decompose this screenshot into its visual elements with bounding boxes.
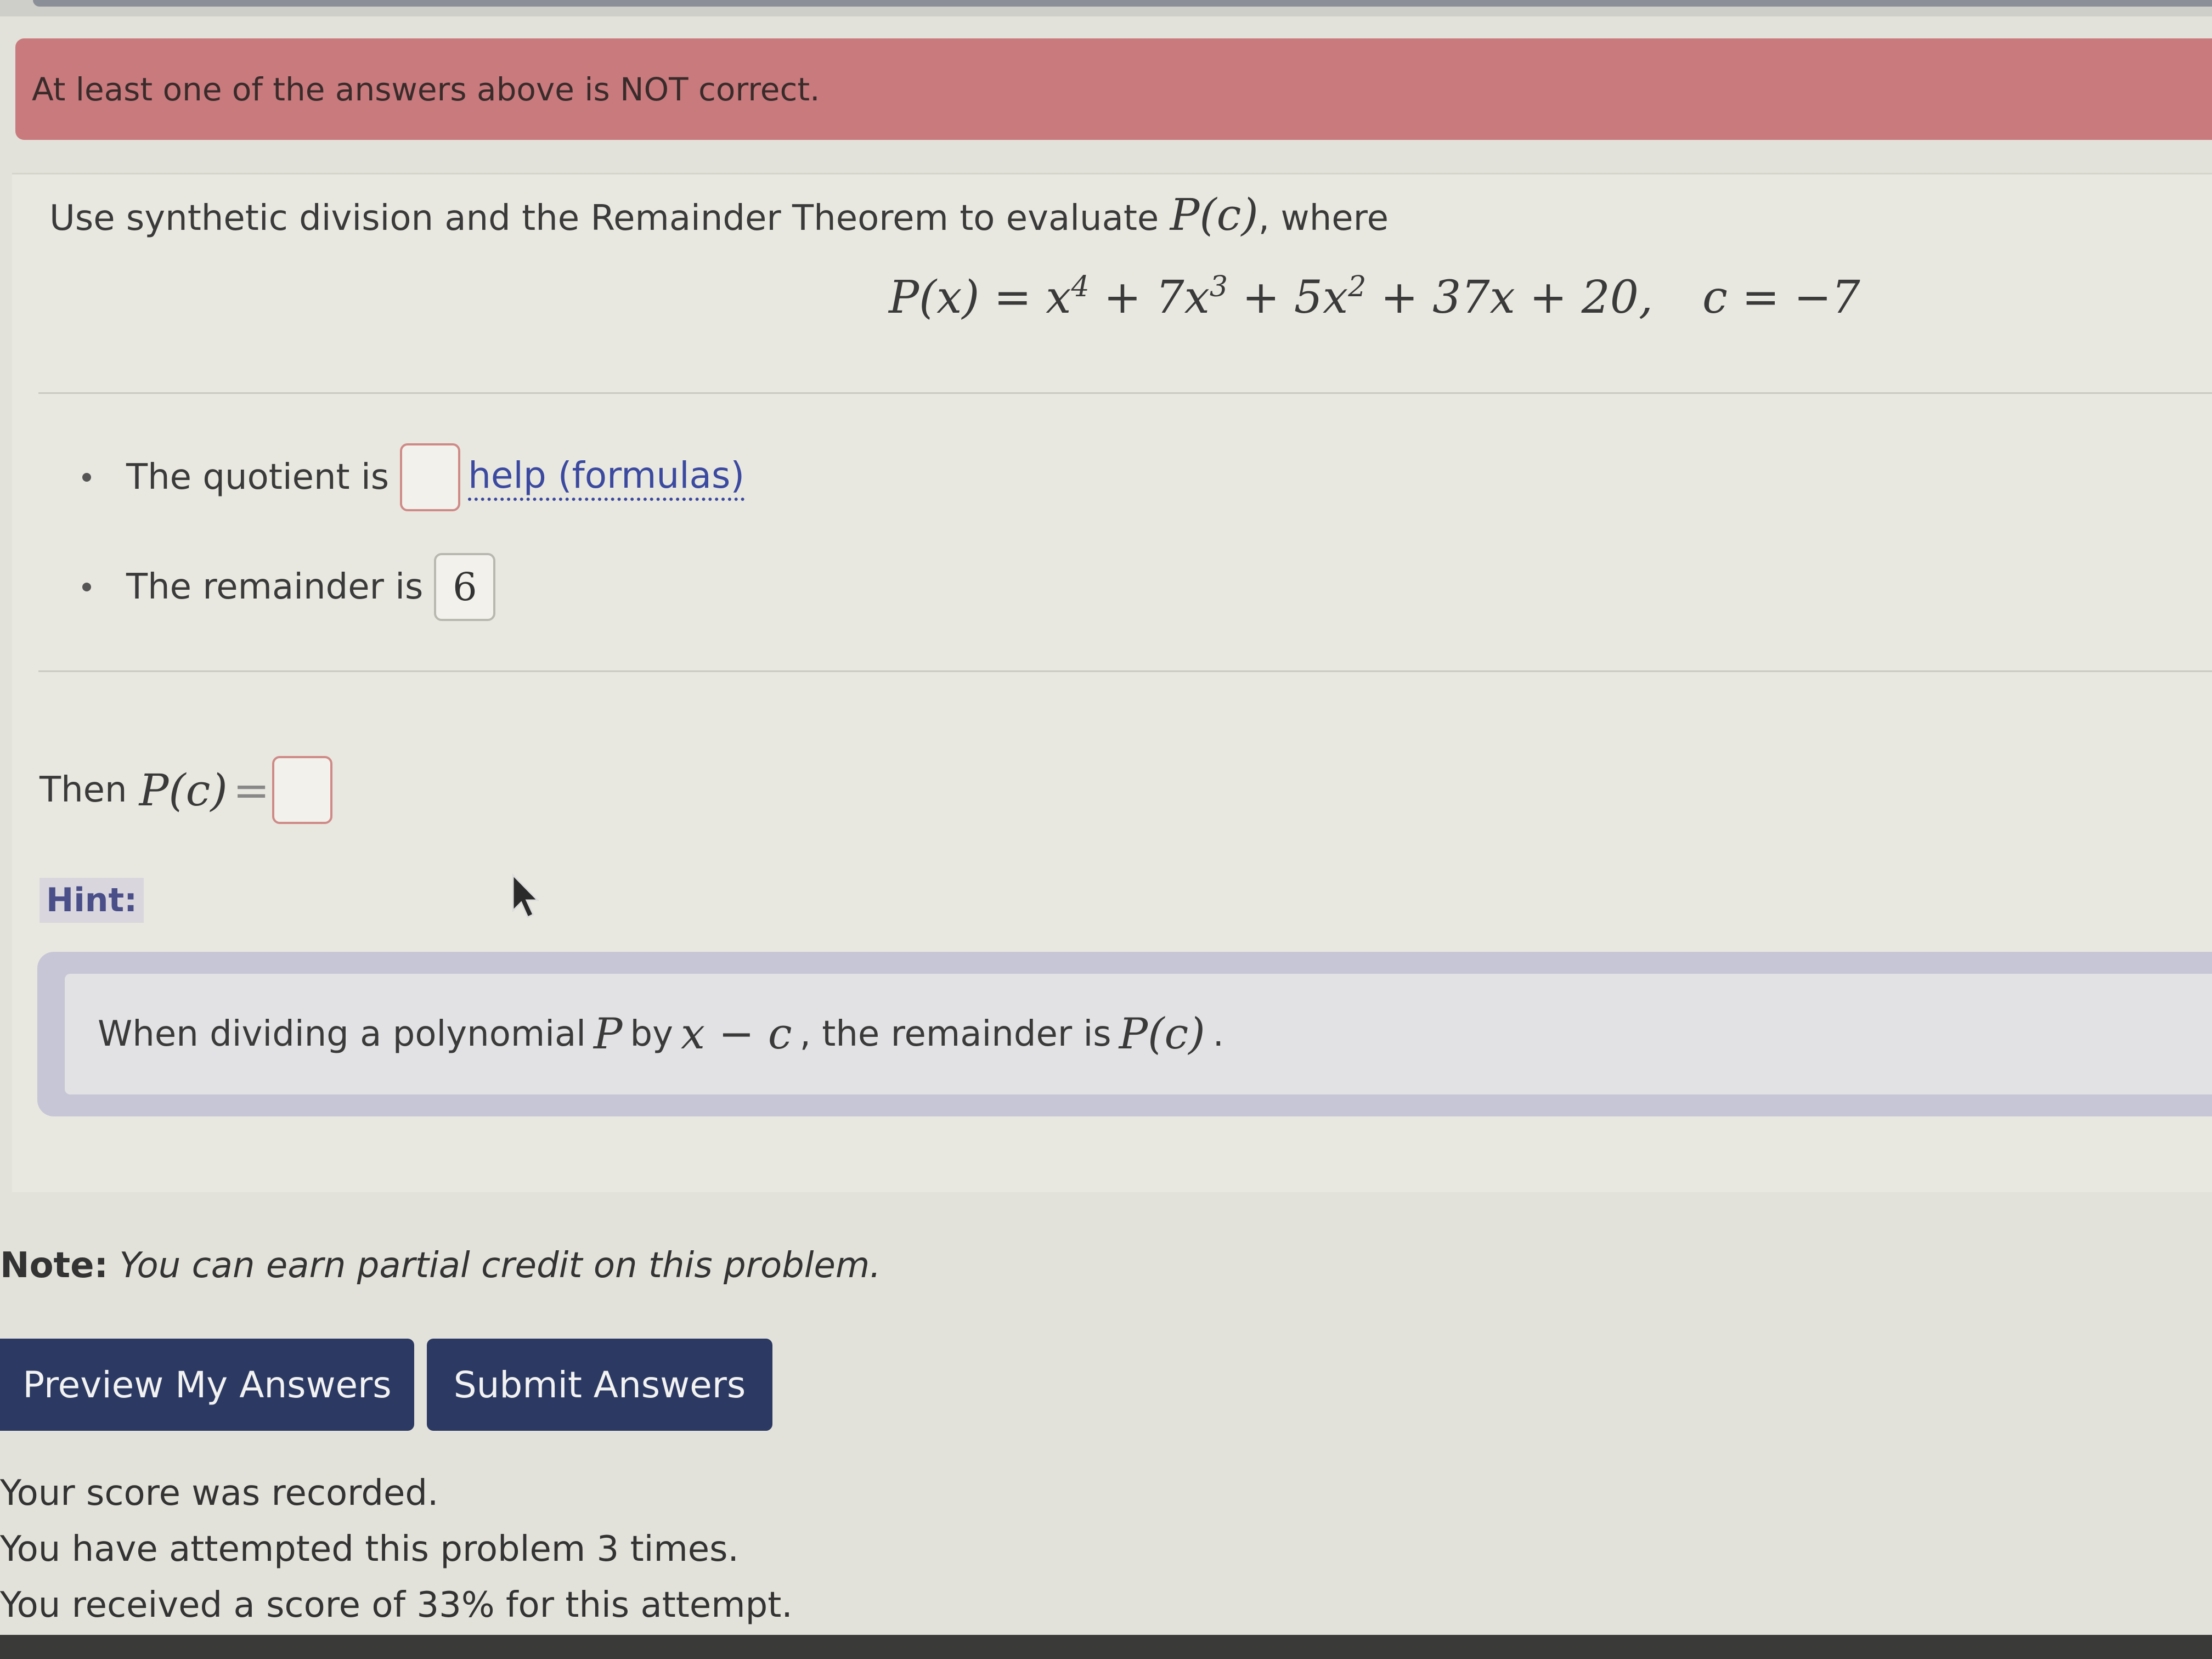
hint-toggle[interactable]: Hint: — [40, 878, 144, 923]
hint-content: When dividing a polynomial P by x − c , … — [65, 974, 2212, 1094]
top-strip — [0, 0, 2212, 16]
note-label: Note: — [0, 1245, 109, 1286]
bullet-icon — [82, 583, 91, 591]
status-line: You received a score of 33% for this att… — [0, 1585, 793, 1626]
eq-exponent: 2 — [1348, 270, 1367, 303]
error-banner: At least one of the answers above is NOT… — [15, 38, 2212, 140]
preview-answers-button[interactable]: Preview My Answers — [0, 1339, 414, 1431]
eq-term: + 7x — [1089, 272, 1210, 324]
problem-prompt: Use synthetic division and the Remainder… — [49, 189, 1389, 240]
equals-sign: = — [233, 764, 270, 816]
hint-text: , the remainder is — [799, 1014, 1111, 1054]
note-text: You can earn partial credit on this prob… — [119, 1245, 881, 1286]
help-formulas-link[interactable]: help (formulas) — [468, 454, 745, 501]
submit-answers-button[interactable]: Submit Answers — [427, 1339, 772, 1431]
prompt-text-before: Use synthetic division and the Remainder… — [49, 198, 1170, 239]
eq-term: + 5x — [1227, 272, 1348, 324]
note: Note: You can earn partial credit on thi… — [0, 1245, 881, 1286]
eq-term: + 37x + 20, — [1366, 272, 1653, 324]
top-scroll-bar — [33, 0, 2212, 7]
quotient-row: The quotient is help (formulas) — [82, 443, 745, 511]
eq-exponent: 4 — [1071, 270, 1090, 303]
then-math: P(c) — [139, 764, 228, 816]
hint-math: x − c — [680, 1009, 792, 1059]
quotient-input[interactable] — [400, 443, 461, 511]
eq-exponent: 3 — [1209, 270, 1228, 303]
equation-lhs: P(x) = — [889, 272, 1046, 324]
hint-box: When dividing a polynomial P by x − c , … — [37, 952, 2212, 1116]
bullet-icon — [82, 473, 91, 482]
c-value: c = −7 — [1702, 272, 1860, 324]
quotient-label: The quotient is — [126, 457, 390, 498]
remainder-input[interactable]: 6 — [434, 553, 496, 621]
divider — [38, 392, 2212, 394]
hint-text: When dividing a polynomial — [98, 1014, 586, 1054]
prompt-text-after: , where — [1258, 198, 1389, 239]
status-line: Your score was recorded. — [0, 1473, 439, 1514]
then-row: Then P(c) = — [40, 756, 332, 824]
hint-text: . — [1212, 1014, 1224, 1054]
bottom-bar — [0, 1635, 2212, 1659]
mouse-pointer-icon — [512, 873, 540, 919]
then-label: Then — [40, 770, 127, 810]
polynomial-equation: P(x) = x4 + 7x3 + 5x2 + 37x + 20, c = −7 — [889, 272, 1860, 324]
remainder-row: The remainder is 6 — [82, 553, 496, 621]
hint-math: P(c) — [1119, 1009, 1205, 1059]
status-line: You have attempted this problem 3 times. — [0, 1529, 739, 1570]
hint-math: P — [593, 1009, 623, 1059]
remainder-label: The remainder is — [126, 567, 424, 607]
divider — [38, 670, 2212, 672]
pc-input[interactable] — [272, 756, 332, 824]
prompt-math: P(c) — [1170, 189, 1259, 240]
eq-term: x — [1046, 272, 1071, 324]
error-message: At least one of the answers above is NOT… — [32, 70, 820, 108]
hint-text: by — [630, 1014, 673, 1054]
